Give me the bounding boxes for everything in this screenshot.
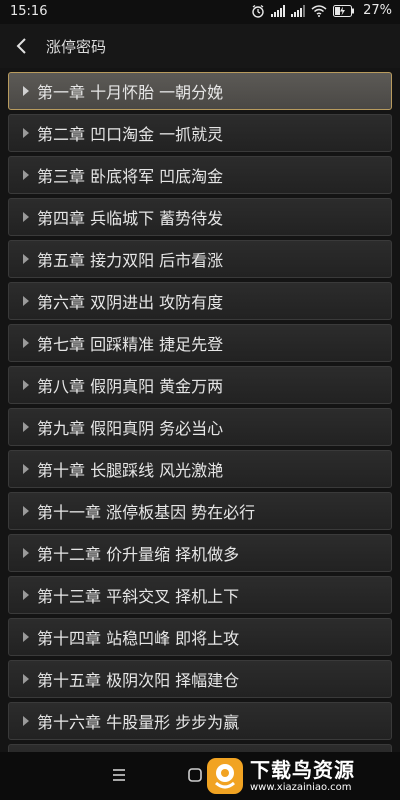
caret-right-icon: [23, 632, 29, 642]
chapter-label: 第十六章 牛股量形 步步为赢: [37, 713, 240, 732]
chapter-item[interactable]: 第一章 十月怀胎 一朝分娩: [8, 72, 392, 110]
battery-percent: 27%: [363, 3, 392, 18]
app-screen: 15:16 27% 涨停密码 第一章 十月怀胎 一朝分娩 第二章 凹口淘金 一抓…: [0, 0, 400, 800]
chapter-item[interactable]: 第十五章 极阴次阳 择幅建仓: [8, 660, 392, 698]
chapter-item[interactable]: 第十七章 牛股三绝 上涨不歇: [8, 744, 392, 752]
chapter-item[interactable]: 第十三章 平斜交叉 择机上下: [8, 576, 392, 614]
caret-right-icon: [23, 548, 29, 558]
watermark: 下载鸟资源 www.xiazainiao.com: [200, 752, 400, 800]
watermark-title: 下载鸟资源: [250, 758, 355, 782]
status-time: 15:16: [10, 4, 48, 19]
caret-right-icon: [23, 254, 29, 264]
chapter-item[interactable]: 第七章 回踩精准 捷足先登: [8, 324, 392, 362]
caret-right-icon: [23, 716, 29, 726]
caret-right-icon: [23, 86, 29, 96]
chapter-item[interactable]: 第六章 双阴进出 攻防有度: [8, 282, 392, 320]
chapter-label: 第一章 十月怀胎 一朝分娩: [37, 83, 224, 102]
caret-right-icon: [23, 170, 29, 180]
chapter-item[interactable]: 第十四章 站稳凹峰 即将上攻: [8, 618, 392, 656]
chapter-item[interactable]: 第十章 长腿踩线 风光激滟: [8, 450, 392, 488]
chapter-item[interactable]: 第十一章 涨停板基因 势在必行: [8, 492, 392, 530]
chapter-item[interactable]: 第二章 凹口淘金 一抓就灵: [8, 114, 392, 152]
chapter-item[interactable]: 第五章 接力双阳 后市看涨: [8, 240, 392, 278]
chapter-item[interactable]: 第九章 假阳真阴 务必当心: [8, 408, 392, 446]
chapter-label: 第九章 假阳真阴 务必当心: [37, 419, 224, 438]
caret-right-icon: [23, 464, 29, 474]
page-title: 涨停密码: [46, 37, 107, 56]
caret-right-icon: [23, 506, 29, 516]
caret-right-icon: [23, 674, 29, 684]
chapter-label: 第二章 凹口淘金 一抓就灵: [37, 125, 224, 144]
signal-icon: [271, 4, 286, 17]
chapter-label: 第十二章 价升量缩 择机做多: [37, 545, 240, 564]
chevron-left-icon[interactable]: [6, 24, 36, 68]
chapter-item[interactable]: 第三章 卧底将军 凹底淘金: [8, 156, 392, 194]
chapter-item[interactable]: 第十二章 价升量缩 择机做多: [8, 534, 392, 572]
header: 涨停密码: [0, 24, 400, 68]
chapter-label: 第十五章 极阴次阳 择幅建仓: [37, 671, 240, 690]
chapter-list: 第一章 十月怀胎 一朝分娩 第二章 凹口淘金 一抓就灵 第三章 卧底将军 凹底淘金第…: [8, 72, 392, 752]
status-bar: 15:16 27%: [0, 0, 400, 24]
watermark-text: 下载鸟资源 www.xiazainiao.com: [250, 758, 355, 794]
menu-icon[interactable]: [110, 766, 128, 784]
chapter-label: 第十一章 涨停板基因 势在必行: [37, 503, 256, 522]
caret-right-icon: [23, 380, 29, 390]
chapter-item[interactable]: 第十六章 牛股量形 步步为赢: [8, 702, 392, 740]
chapter-label: 第五章 接力双阳 后市看涨: [37, 251, 224, 270]
watermark-url: www.xiazainiao.com: [250, 782, 352, 793]
chapter-label: 第六章 双阴进出 攻防有度: [37, 293, 224, 312]
wifi-icon: [311, 4, 327, 17]
chapter-label: 第十章 长腿踩线 风光激滟: [37, 461, 224, 480]
caret-right-icon: [23, 128, 29, 138]
battery-charging-icon: [333, 4, 355, 17]
alarm-icon: [251, 4, 265, 18]
chapter-label: 第十四章 站稳凹峰 即将上攻: [37, 629, 240, 648]
status-icons: 27%: [251, 3, 392, 18]
chapter-label: 第四章 兵临城下 蓄势待发: [37, 209, 224, 228]
caret-right-icon: [23, 590, 29, 600]
chapter-label: 第三章 卧底将军 凹底淘金: [37, 167, 224, 186]
chapter-label: 第八章 假阴真阳 黄金万两: [37, 377, 224, 396]
chapter-label: 第七章 回踩精准 捷足先登: [37, 335, 224, 354]
chapter-label: 第十三章 平斜交叉 择机上下: [37, 587, 240, 606]
chapter-item[interactable]: 第八章 假阴真阳 黄金万两: [8, 366, 392, 404]
caret-right-icon: [23, 422, 29, 432]
chapter-item[interactable]: 第四章 兵临城下 蓄势待发: [8, 198, 392, 236]
signal-icon-2: [291, 4, 306, 17]
watermark-logo: [206, 757, 244, 795]
caret-right-icon: [23, 338, 29, 348]
caret-right-icon: [23, 296, 29, 306]
caret-right-icon: [23, 212, 29, 222]
